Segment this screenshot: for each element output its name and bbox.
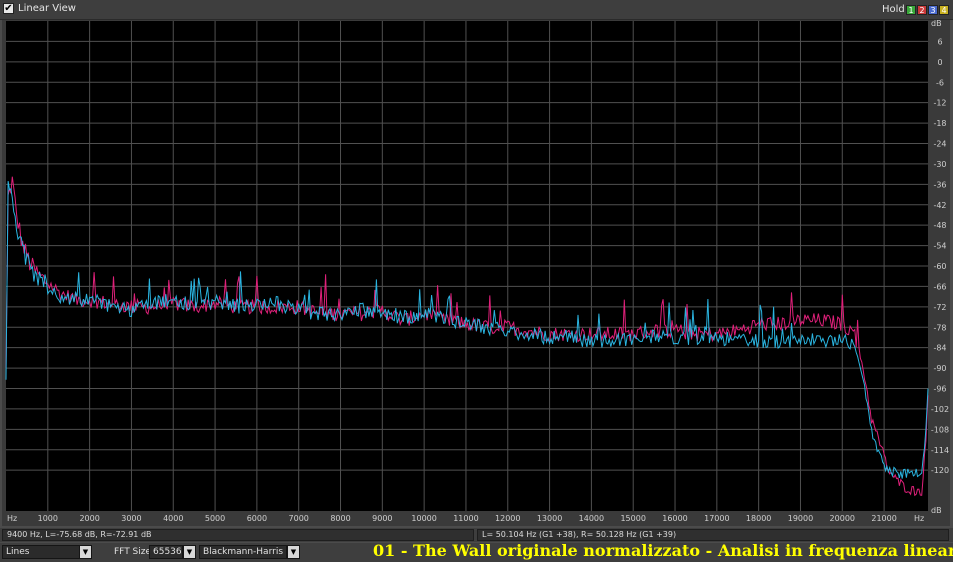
window-function-dropdown-icon[interactable]: ▼ (287, 545, 300, 559)
x-tick-label: 12000 (495, 514, 520, 523)
x-tick-label: 19000 (788, 514, 813, 523)
y-tick-label: -78 (933, 323, 946, 332)
y-tick-label: -114 (931, 446, 949, 455)
spectrum-panel: 1000 2000 3000 4000 5000 6000 7000 8000 9000 1000… (2, 20, 950, 526)
y-unit-bottom: dB (931, 506, 942, 515)
y-tick-label: -90 (933, 364, 946, 373)
title-bar: ✔ Linear View Hold 1 2 3 4 (0, 0, 953, 20)
y-tick-label: -60 (933, 262, 946, 271)
slot-2-button[interactable]: 2 (917, 5, 927, 15)
y-tick-label: -48 (933, 221, 946, 230)
x-tick-label: 8000 (330, 514, 350, 523)
x-tick-labels: 1000 2000 3000 4000 5000 6000 7000 8000 9000 1000… (38, 514, 897, 523)
fft-size-label: FFT Size (114, 547, 152, 557)
y-tick-label: -66 (933, 282, 946, 291)
x-tick-label: 20000 (830, 514, 855, 523)
y-tick-label: -42 (933, 201, 946, 210)
y-tick-label: -18 (933, 119, 946, 128)
x-tick-label: 1000 (38, 514, 58, 523)
x-tick-label: 15000 (620, 514, 645, 523)
y-tick-label: -54 (933, 242, 946, 251)
x-tick-label: 13000 (537, 514, 562, 523)
y-tick-label: 0 (937, 58, 942, 67)
slot-3-button[interactable]: 3 (928, 5, 938, 15)
cursor-readout: 9400 Hz, L=-75.68 dB, R=-72.91 dB (2, 529, 474, 541)
x-tick-label: 2000 (79, 514, 99, 523)
x-tick-label: 16000 (662, 514, 687, 523)
x-tick-label: 18000 (746, 514, 771, 523)
hold-label: Hold (882, 4, 905, 15)
x-tick-label: 21000 (871, 514, 896, 523)
x-tick-label: 7000 (289, 514, 309, 523)
x-tick-label: 4000 (163, 514, 183, 523)
fft-size-dropdown-icon[interactable]: ▼ (183, 545, 196, 559)
peak-readout: L= 50.104 Hz (G1 +38), R= 50.128 Hz (G1 … (477, 529, 949, 541)
y-tick-label: -12 (933, 99, 946, 108)
view-title: Linear View (18, 3, 76, 14)
y-tick-labels: 6 0 -6 -12 -18 -24 -30 -36 -42 -48 -54 -60 -66 -72 -78… (931, 37, 949, 475)
y-tick-label: -108 (931, 425, 949, 434)
x-unit-left: Hz (7, 514, 17, 523)
caption: 01 - The Wall originale normalizzato - A… (373, 541, 953, 560)
x-tick-label: 14000 (579, 514, 604, 523)
x-unit-right: Hz (914, 514, 924, 523)
mode-select[interactable]: Lines (2, 545, 80, 559)
y-tick-label: -30 (933, 160, 946, 169)
y-tick-label: -24 (933, 140, 946, 149)
x-tick-label: 3000 (121, 514, 141, 523)
x-tick-label: 6000 (247, 514, 267, 523)
view-checkbox[interactable]: ✔ (3, 3, 14, 14)
x-tick-label: 10000 (411, 514, 436, 523)
y-tick-label: -102 (931, 405, 949, 414)
spectrum-chart[interactable]: 1000 2000 3000 4000 5000 6000 7000 8000 9000 1000… (2, 20, 950, 526)
slot-1-button[interactable]: 1 (906, 5, 916, 15)
slot-4-button[interactable]: 4 (939, 5, 949, 15)
x-tick-label: 9000 (372, 514, 392, 523)
x-tick-label: 11000 (453, 514, 478, 523)
window-function-select[interactable]: Blackmann-Harris (199, 545, 287, 559)
y-unit-top: dB (931, 20, 942, 28)
y-tick-label: -6 (936, 78, 944, 87)
y-tick-label: 6 (937, 37, 942, 46)
y-tick-label: -96 (933, 385, 946, 394)
y-tick-label: -84 (933, 344, 946, 353)
mode-dropdown-icon[interactable]: ▼ (79, 545, 92, 559)
y-tick-label: -36 (933, 180, 946, 189)
y-tick-label: -120 (931, 466, 949, 475)
y-tick-label: -72 (933, 303, 946, 312)
x-tick-label: 17000 (704, 514, 729, 523)
x-tick-label: 5000 (205, 514, 225, 523)
fft-size-select[interactable]: 65536 (149, 545, 183, 559)
